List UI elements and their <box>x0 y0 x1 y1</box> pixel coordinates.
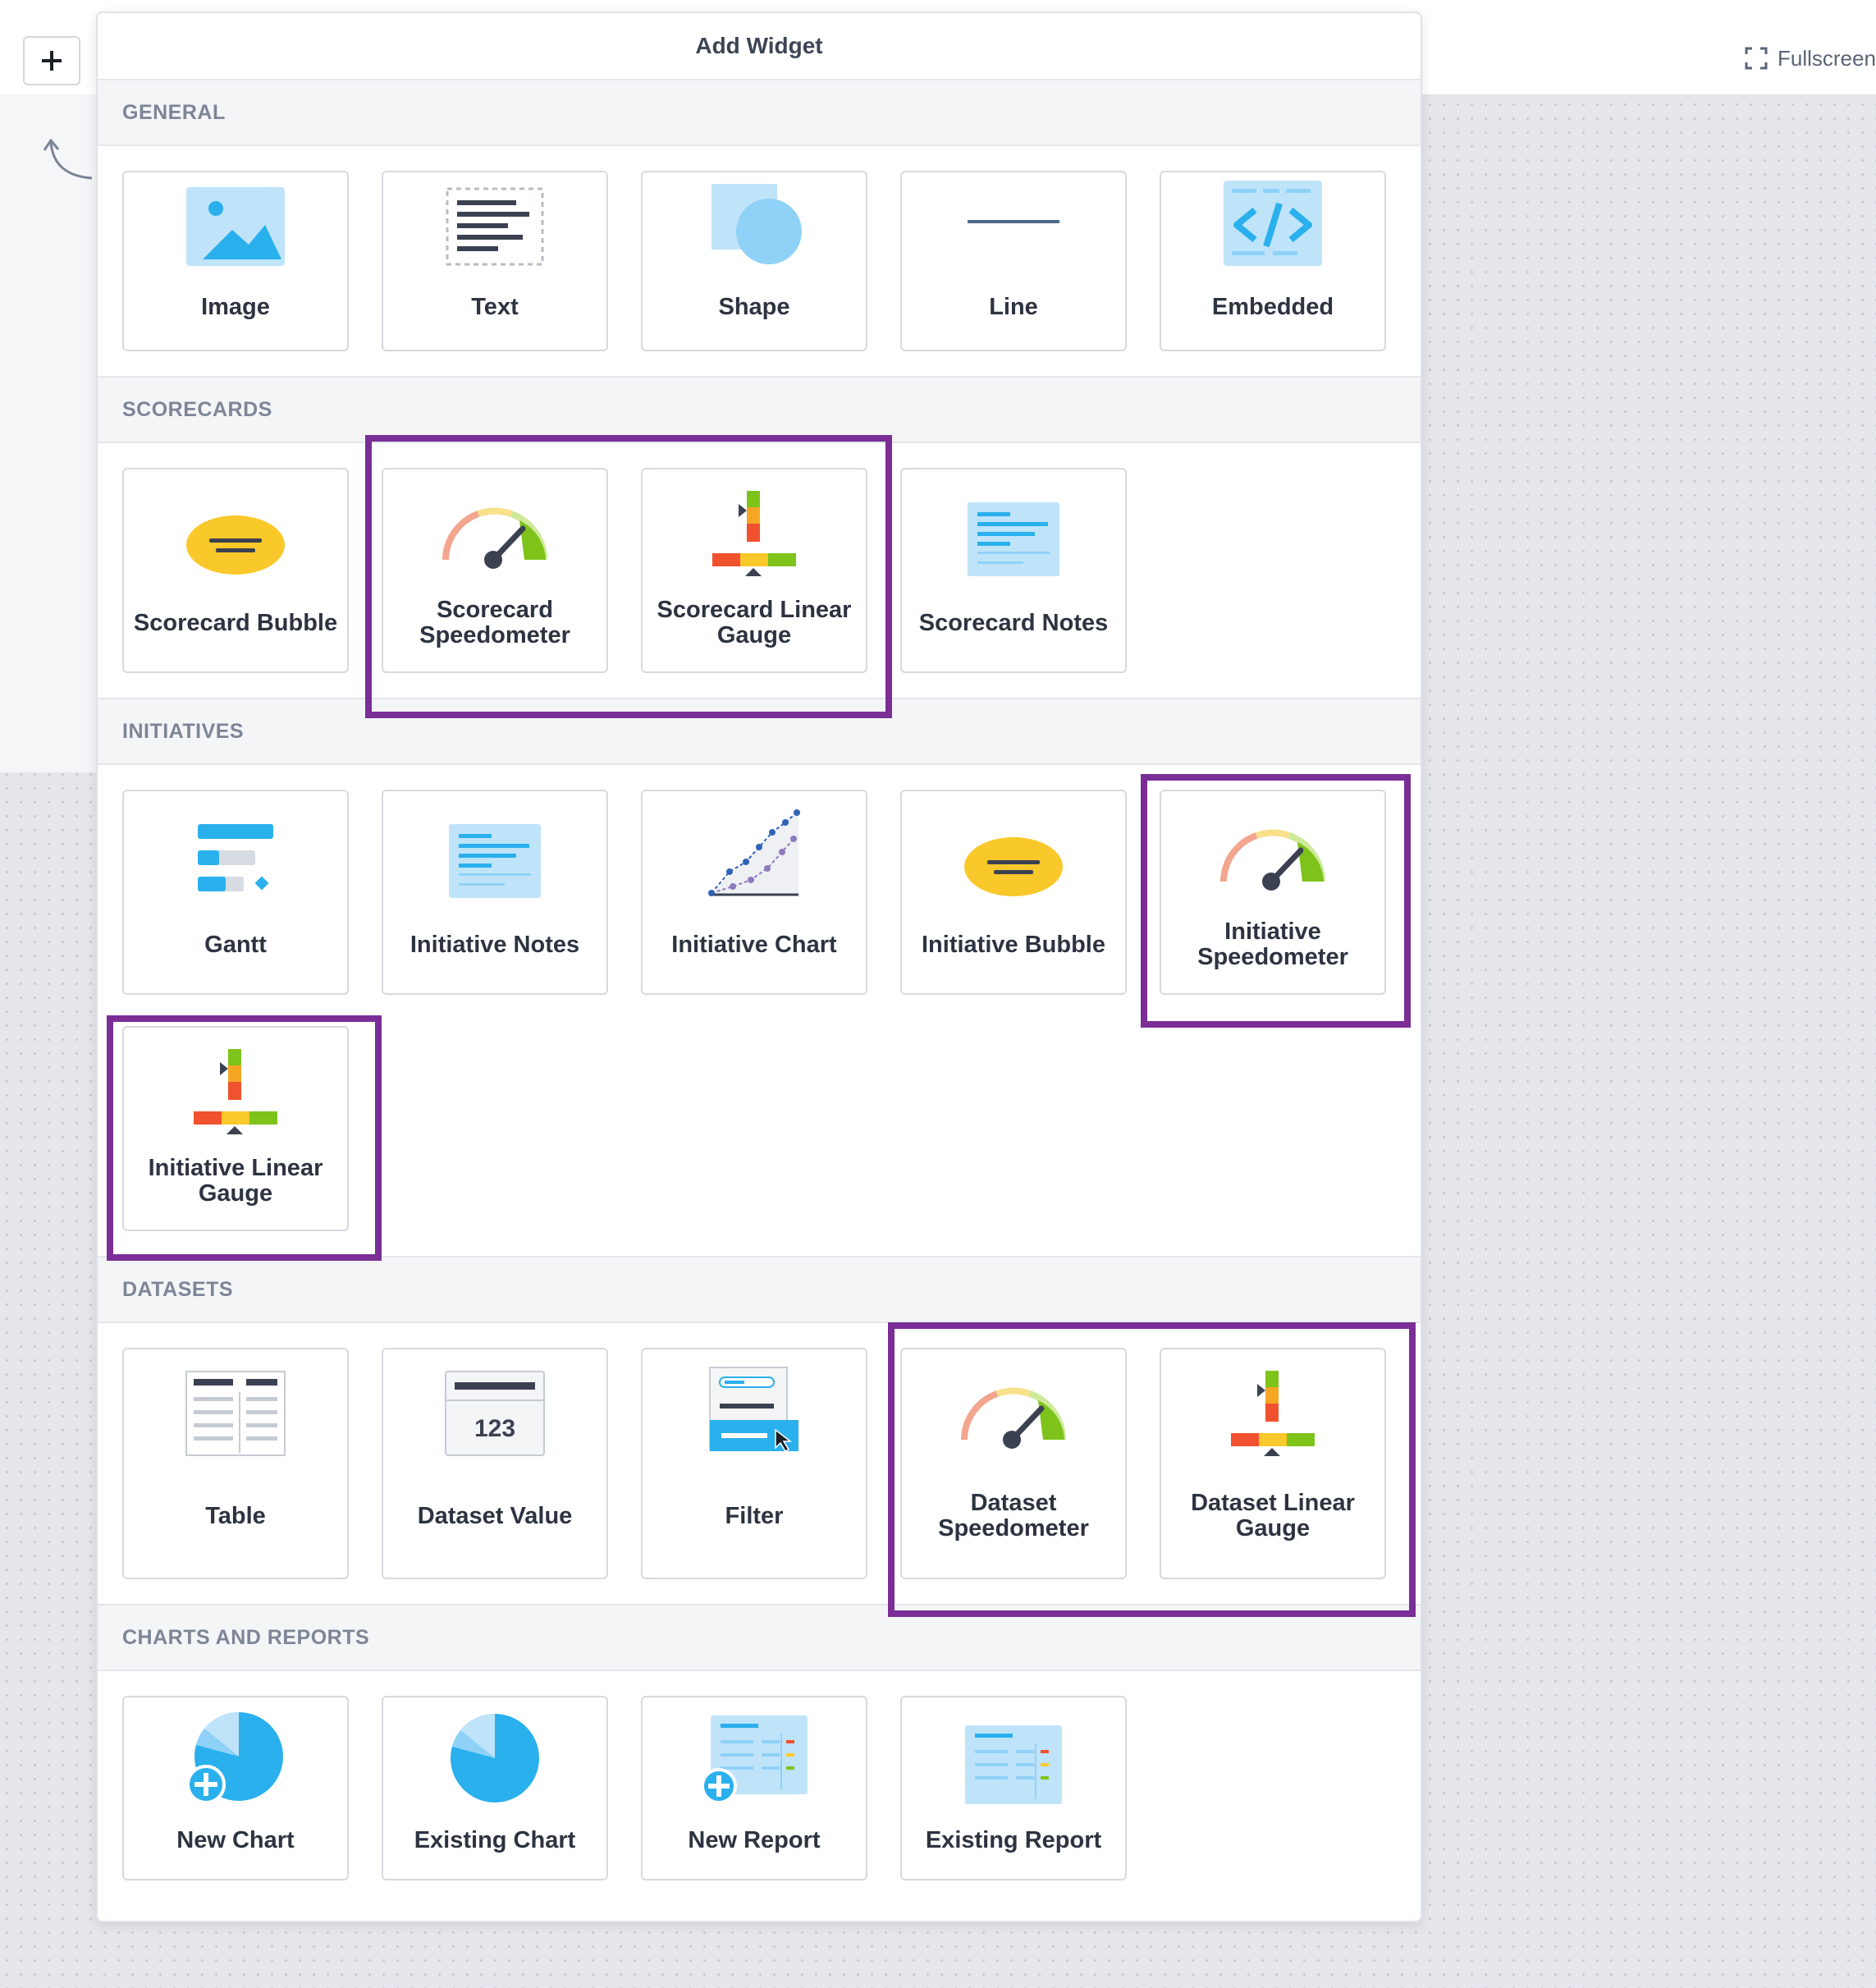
widget-tile-line[interactable]: Line <box>900 171 1127 351</box>
widget-tile-shape[interactable]: Shape <box>641 171 867 351</box>
new-chart-icon <box>186 1712 283 1804</box>
fullscreen-icon <box>1745 47 1768 70</box>
widget-tile-initiative-bubble[interactable]: Initiative Bubble <box>900 790 1127 995</box>
widget-tile-initiative-chart[interactable]: Initiative Chart <box>641 790 867 995</box>
widget-tile-initiative-notes[interactable]: Initiative Notes <box>382 790 608 995</box>
widget-tile-text[interactable]: Text <box>382 171 608 351</box>
linear-gauge-icon <box>194 1049 277 1134</box>
widget-tile-scorecard-linear-gauge[interactable]: Scorecard Linear Gauge <box>641 468 867 673</box>
shape-icon <box>712 184 802 264</box>
widget-tile-gantt[interactable]: Gantt <box>122 790 349 995</box>
gantt-icon <box>198 824 273 891</box>
widget-tile-scorecard-speedometer[interactable]: Scorecard Speedometer <box>382 468 608 673</box>
image-icon <box>186 187 285 266</box>
widget-tile-initiative-speedometer[interactable]: Initiative Speedometer <box>1160 790 1386 995</box>
section-header-initiatives: INITIATIVES <box>98 698 1421 765</box>
add-widget-panel: Add Widget GENERAL Image Text Shape Line… <box>96 11 1422 1922</box>
add-widget-button[interactable] <box>23 36 80 85</box>
fullscreen-button[interactable]: Fullscreen <box>1745 44 1876 72</box>
section-header-general: GENERAL <box>98 80 1421 146</box>
panel-title: Add Widget <box>98 13 1421 80</box>
widget-tile-existing-chart[interactable]: Existing Chart <box>382 1696 608 1880</box>
filter-icon <box>709 1367 798 1452</box>
line-chart-icon <box>708 809 800 896</box>
curved-arrow-icon <box>43 138 93 180</box>
report-icon <box>965 1725 1062 1804</box>
speedometer-icon <box>1220 829 1325 891</box>
table-icon <box>185 1371 286 1456</box>
section-initiatives: Gantt Initiative Notes Initiative Chart … <box>98 765 1421 1256</box>
value-icon: 123 <box>445 1371 545 1456</box>
section-header-scorecards: SCORECARDS <box>98 376 1421 443</box>
bubble-icon <box>964 837 1063 896</box>
widget-tile-dataset-value[interactable]: 123 Dataset Value <box>382 1348 608 1579</box>
plus-icon <box>42 51 62 71</box>
widget-tile-filter[interactable]: Filter <box>641 1348 867 1579</box>
widget-tile-dataset-speedometer[interactable]: Dataset Speedometer <box>900 1348 1127 1579</box>
bubble-icon <box>186 515 285 575</box>
svg-text:123: 123 <box>474 1415 515 1442</box>
linear-gauge-icon <box>1231 1371 1315 1456</box>
fullscreen-label: Fullscreen <box>1778 45 1876 71</box>
text-icon <box>446 187 544 266</box>
speedometer-icon <box>442 507 547 569</box>
widget-tile-image[interactable]: Image <box>122 171 349 351</box>
section-header-charts: CHARTS AND REPORTS <box>98 1604 1421 1671</box>
section-datasets: Table 123 Dataset Value Filter Dataset S… <box>98 1323 1421 1604</box>
widget-tile-new-report[interactable]: New Report <box>641 1696 867 1880</box>
pie-chart-icon <box>451 1714 539 1802</box>
widget-tile-initiative-linear-gauge[interactable]: Initiative Linear Gauge <box>122 1026 349 1231</box>
widget-tile-embedded[interactable]: Embedded <box>1160 171 1386 351</box>
popover-caret <box>85 49 97 72</box>
linear-gauge-icon <box>712 491 796 576</box>
widget-tile-existing-report[interactable]: Existing Report <box>900 1696 1127 1880</box>
section-charts: New Chart Existing Chart New Report Exis… <box>98 1671 1421 1905</box>
notes-icon <box>968 502 1059 576</box>
widget-tile-scorecard-bubble[interactable]: Scorecard Bubble <box>122 468 349 673</box>
widget-tile-new-chart[interactable]: New Chart <box>122 1696 349 1880</box>
code-icon <box>1224 181 1322 266</box>
widget-tile-table[interactable]: Table <box>122 1348 349 1579</box>
widget-tile-dataset-linear-gauge[interactable]: Dataset Linear Gauge <box>1160 1348 1386 1579</box>
section-general: Image Text Shape Line Embedded <box>98 146 1421 376</box>
speedometer-icon <box>961 1387 1066 1449</box>
left-panel <box>0 94 98 772</box>
widget-tile-scorecard-notes[interactable]: Scorecard Notes <box>900 468 1127 673</box>
section-scorecards: Scorecard Bubble Scorecard Speedometer S… <box>98 443 1421 698</box>
notes-icon <box>449 824 541 898</box>
line-icon <box>968 220 1059 223</box>
new-report-icon <box>701 1715 808 1804</box>
section-header-datasets: DATASETS <box>98 1256 1421 1323</box>
